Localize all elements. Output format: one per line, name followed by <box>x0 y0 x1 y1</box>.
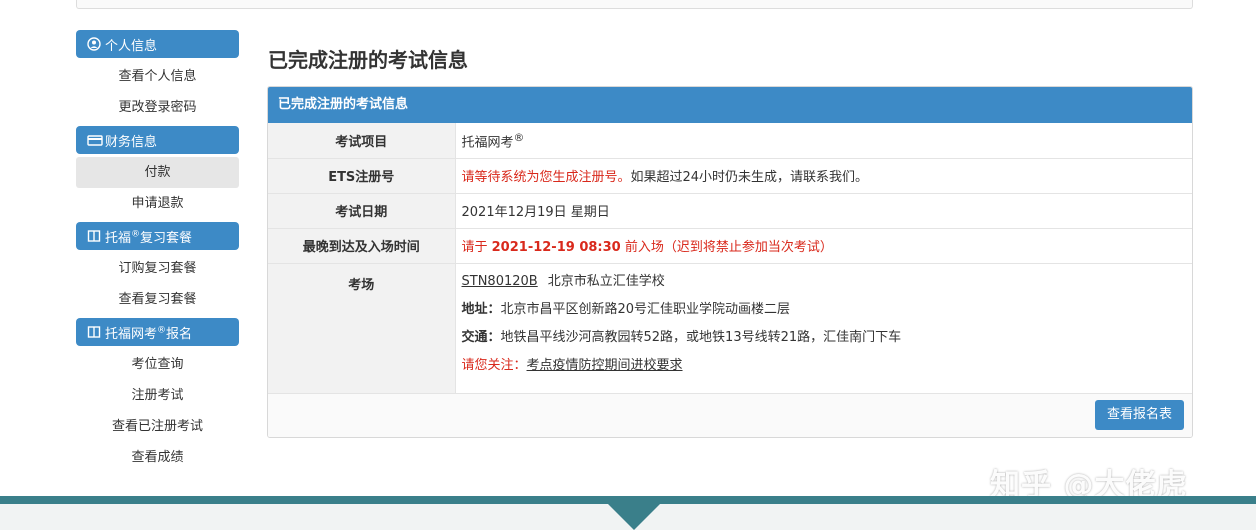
page-title: 已完成注册的考试信息 <box>268 48 468 72</box>
venue-notice-line: 请您关注：考点疫情防控期间进校要求 <box>461 357 683 373</box>
row-label: 考试日期 <box>268 193 456 229</box>
top-strip <box>76 0 1193 9</box>
row-label: 考试项目 <box>268 123 456 159</box>
venue-address-line: 地址：北京市昌平区创新路20号汇佳职业学院动画楼二层 <box>461 301 791 317</box>
venue-code-link[interactable]: STN80120B <box>462 274 538 289</box>
sidebar-item-register-exam[interactable]: 注册考试 <box>76 380 239 411</box>
sidebar-item-view-profile[interactable]: 查看个人信息 <box>76 61 239 92</box>
sidebar-header-review-package: 托福®复习套餐 <box>76 222 239 250</box>
sidebar-header-label: 托福网考®报名 <box>105 325 193 342</box>
ets-id-value: 请等待系统为您生成注册号。如果超过24小时仍未生成，请联系我们。 <box>455 158 1192 194</box>
exam-date-value: 2021年12月19日 星期日 <box>455 193 1192 229</box>
table-row-exam-item: 考试项目 托福网考® <box>268 123 1192 159</box>
venue-traffic-line: 交通：地铁昌平线沙河高教园转52路，或地铁13号线转21路，汇佳南门下车 <box>461 329 902 345</box>
panel-header: 已完成注册的考试信息 <box>268 87 1192 123</box>
sidebar-section-personal: 个人信息 查看个人信息 更改登录密码 <box>76 30 239 123</box>
row-label: ETS注册号 <box>268 158 456 194</box>
row-label: 考场 <box>268 263 456 394</box>
venue-name-line: STN80120B 北京市私立汇佳学校 <box>462 268 1193 296</box>
arrival-time-value: 请于 2021-12-19 08:30 前入场（迟到将禁止参加当次考试） <box>455 228 1192 264</box>
exam-item-value: 托福网考® <box>455 123 1192 159</box>
panel-footer: 查看报名表 <box>268 393 1192 437</box>
sidebar-section-registration: 托福网考®报名 考位查询 注册考试 查看已注册考试 查看成绩 <box>76 318 239 473</box>
sidebar-item-view-registered[interactable]: 查看已注册考试 <box>76 411 239 442</box>
sidebar: 个人信息 查看个人信息 更改登录密码 财务信息 付款 申请退款 托福®复习套餐 … <box>76 30 239 476</box>
user-circle-icon <box>87 37 101 51</box>
sidebar-section-review-package: 托福®复习套餐 订购复习套餐 查看复习套餐 <box>76 222 239 315</box>
sidebar-item-seat-search[interactable]: 考位查询 <box>76 349 239 380</box>
sidebar-section-finance: 财务信息 付款 申请退款 <box>76 126 239 219</box>
down-arrow-icon <box>608 504 660 530</box>
sidebar-item-refund[interactable]: 申请退款 <box>76 188 239 219</box>
credit-card-icon <box>87 133 103 147</box>
venue-value: STN80120B 北京市私立汇佳学校 地址：北京市昌平区创新路20号汇佳职业学院… <box>455 263 1193 394</box>
sidebar-item-payment[interactable]: 付款 <box>76 157 239 188</box>
sidebar-item-view-package[interactable]: 查看复习套餐 <box>76 284 239 315</box>
sidebar-header-finance: 财务信息 <box>76 126 239 154</box>
venue-name: 北京市私立汇佳学校 <box>547 273 665 289</box>
table-row-ets-id: ETS注册号 请等待系统为您生成注册号。如果超过24小时仍未生成，请联系我们。 <box>268 158 1192 194</box>
table-row-exam-date: 考试日期 2021年12月19日 星期日 <box>268 193 1192 229</box>
book-icon <box>87 325 101 339</box>
covid-policy-link[interactable]: 考点疫情防控期间进校要求 <box>527 358 683 373</box>
sidebar-header-label: 个人信息 <box>105 38 158 54</box>
book-icon <box>87 229 101 243</box>
table-row-venue: 考场 STN80120B 北京市私立汇佳学校 地址：北京市昌平区创新路20号汇佳职… <box>268 263 1193 394</box>
sidebar-header-registration: 托福网考®报名 <box>76 318 239 346</box>
exam-info-table: 考试项目 托福网考® ETS注册号 请等待系统为您生成注册号。如果超过24小时仍… <box>268 123 1192 394</box>
exam-info-panel: 已完成注册的考试信息 考试项目 托福网考® ETS注册号 请等待系统为您生成注册… <box>267 86 1193 438</box>
sidebar-item-order-package[interactable]: 订购复习套餐 <box>76 253 239 284</box>
sidebar-header-personal-info: 个人信息 <box>76 30 239 58</box>
bottom-band <box>0 496 1256 504</box>
sidebar-header-label: 财务信息 <box>105 134 158 150</box>
row-label: 最晚到达及入场时间 <box>268 228 456 264</box>
view-registration-form-button[interactable]: 查看报名表 <box>1094 400 1184 430</box>
table-row-arrival-time: 最晚到达及入场时间 请于 2021-12-19 08:30 前入场（迟到将禁止参… <box>268 228 1192 264</box>
sidebar-item-view-scores[interactable]: 查看成绩 <box>76 442 239 473</box>
sidebar-header-label: 托福®复习套餐 <box>105 229 193 246</box>
sidebar-item-change-password[interactable]: 更改登录密码 <box>76 92 239 123</box>
